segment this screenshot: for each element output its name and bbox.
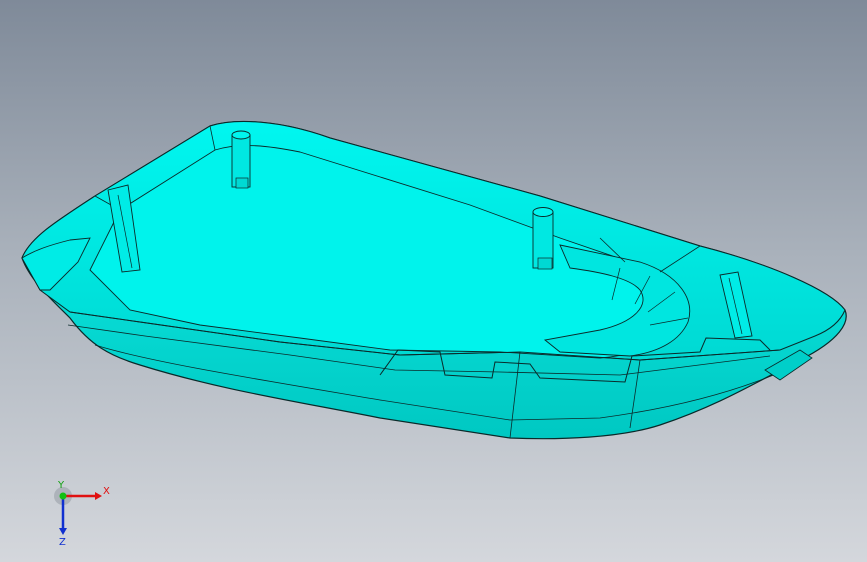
triad-y-label: Y	[57, 480, 65, 491]
boss-post-right	[532, 207, 554, 270]
part-model[interactable]	[0, 0, 867, 562]
cad-viewport[interactable]: X Y Z	[0, 0, 867, 562]
triad-x-arrow	[95, 492, 102, 500]
triad-z-label: Z	[59, 537, 66, 548]
triad-y-axis	[59, 492, 67, 500]
boss-post-left	[231, 130, 251, 189]
triad-z-arrow	[59, 528, 67, 535]
triad-x-label: X	[103, 486, 110, 497]
axis-triad: X Y Z	[54, 480, 110, 548]
